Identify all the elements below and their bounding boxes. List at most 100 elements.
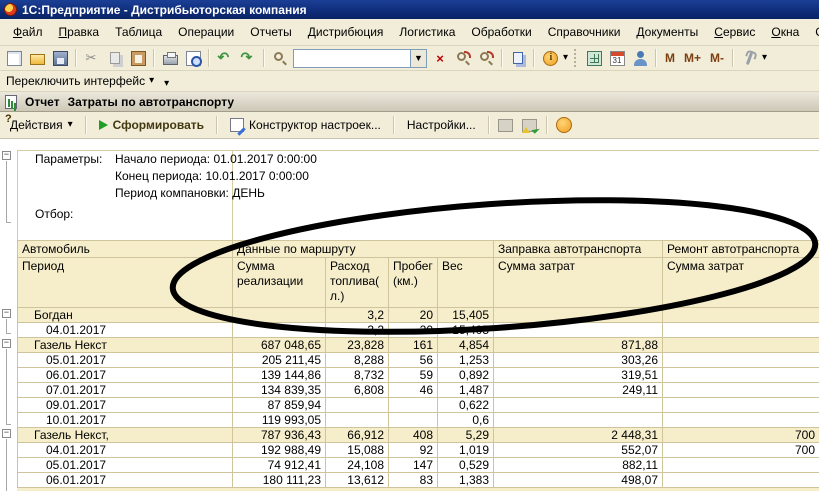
generate-button[interactable]: Сформировать (93, 116, 210, 134)
value-cell[interactable]: 1,487 (438, 383, 494, 398)
zoom-out-icon[interactable] (476, 48, 496, 68)
toolbar-drag-handle[interactable] (574, 49, 578, 67)
value-cell[interactable] (663, 323, 819, 338)
value-cell[interactable]: 6,808 (326, 383, 389, 398)
menu-item-файл[interactable]: Файл (6, 23, 50, 41)
value-cell[interactable] (663, 383, 819, 398)
col-mileage[interactable]: Пробег(км.) (389, 258, 438, 308)
row-label-cell[interactable]: 06.01.2017 (18, 368, 233, 383)
row-label-cell[interactable]: 04.01.2017 (18, 443, 233, 458)
header-route-data[interactable]: Данные по маршруту (233, 241, 494, 258)
value-cell[interactable] (663, 398, 819, 413)
value-cell[interactable]: 2 448,31 (494, 428, 663, 443)
menu-item-окна[interactable]: Окна (764, 23, 806, 41)
value-cell[interactable]: 23,828 (326, 338, 389, 353)
value-cell[interactable]: 180 111,23 (233, 473, 326, 488)
value-cell[interactable]: 0,6 (438, 413, 494, 428)
value-cell[interactable]: 119 993,05 (233, 413, 326, 428)
col-refuel-sum[interactable]: Сумма затрат (494, 258, 663, 308)
row-label-cell[interactable]: 06.01.2017 (18, 473, 233, 488)
value-cell[interactable]: 3,2 (326, 308, 389, 323)
collapse-group-bogdan-box[interactable]: − (2, 309, 11, 318)
tools-dropdown-icon[interactable]: ▾ (762, 53, 767, 63)
value-cell[interactable]: 134 839,35 (233, 383, 326, 398)
value-cell[interactable] (663, 308, 819, 323)
value-cell[interactable]: 0,529 (438, 458, 494, 473)
value-cell[interactable]: 687 048,65 (233, 338, 326, 353)
col-period[interactable]: Период (18, 258, 233, 308)
value-cell[interactable]: 3,2 (326, 323, 389, 338)
value-cell[interactable]: 92 (389, 443, 438, 458)
row-label-cell[interactable]: Газель Некст (18, 338, 233, 353)
value-cell[interactable]: 249,11 (494, 383, 663, 398)
value-cell[interactable]: 871,88 (494, 338, 663, 353)
copy-pages-icon[interactable] (508, 48, 528, 68)
value-cell[interactable]: 46 (389, 383, 438, 398)
row-label-cell[interactable]: 04.01.2017 (18, 323, 233, 338)
value-cell[interactable] (663, 338, 819, 353)
clear-search-icon[interactable]: × (430, 48, 450, 68)
menu-item-обработки[interactable]: Обработки (464, 23, 538, 41)
save-icon[interactable] (50, 48, 70, 68)
value-cell[interactable]: 787 936,43 (233, 428, 326, 443)
value-cell[interactable]: 15,088 (326, 443, 389, 458)
search-input[interactable] (293, 48, 411, 68)
copy-icon[interactable] (105, 48, 125, 68)
menu-item-отчеты[interactable]: Отчеты (243, 23, 298, 41)
value-cell[interactable]: 552,07 (494, 443, 663, 458)
new-document-icon[interactable] (4, 48, 24, 68)
value-cell[interactable] (494, 398, 663, 413)
info-dropdown-icon[interactable]: ▾ (563, 53, 568, 63)
tools-icon[interactable] (739, 48, 759, 68)
actions-button[interactable]: Действия ▾ (4, 116, 79, 134)
collapse-group-gazel2-box[interactable]: − (2, 429, 11, 438)
col-fuel[interactable]: Расход топлива(л.) (326, 258, 389, 308)
value-cell[interactable]: 205 211,45 (233, 353, 326, 368)
value-cell[interactable]: 498,07 (494, 473, 663, 488)
menu-item-таблица[interactable]: Таблица (108, 23, 169, 41)
value-cell[interactable]: 20 (389, 323, 438, 338)
menu-item-справочники[interactable]: Справочники (541, 23, 628, 41)
paste-icon[interactable] (128, 48, 148, 68)
value-cell[interactable]: 87 859,94 (233, 398, 326, 413)
value-cell[interactable]: 0,622 (438, 398, 494, 413)
col-weight[interactable]: Вес (438, 258, 494, 308)
header-refueling[interactable]: Заправка автотранспорта (494, 241, 663, 258)
value-cell[interactable] (494, 413, 663, 428)
row-label-cell[interactable]: Богдан (18, 308, 233, 323)
value-cell[interactable]: 0,892 (438, 368, 494, 383)
value-cell[interactable]: 83 (389, 473, 438, 488)
value-cell[interactable] (494, 323, 663, 338)
settings-button[interactable]: Настройки... (401, 116, 482, 134)
value-cell[interactable]: 147 (389, 458, 438, 473)
value-cell[interactable]: 139 144,86 (233, 368, 326, 383)
value-cell[interactable]: 8,732 (326, 368, 389, 383)
collapse-params-box[interactable]: − (2, 151, 11, 160)
row-label-cell[interactable]: 05.01.2017 (18, 353, 233, 368)
value-cell[interactable] (233, 308, 326, 323)
zoom-in-icon[interactable] (453, 48, 473, 68)
value-cell[interactable]: 13,612 (326, 473, 389, 488)
find-icon[interactable] (270, 48, 290, 68)
value-cell[interactable]: 161 (389, 338, 438, 353)
row-label-cell[interactable]: 10.01.2017 (18, 413, 233, 428)
print-preview-icon[interactable] (183, 48, 203, 68)
redo-icon[interactable] (238, 48, 258, 68)
print-icon[interactable] (160, 48, 180, 68)
value-cell[interactable] (389, 398, 438, 413)
value-cell[interactable]: 192 988,49 (233, 443, 326, 458)
menu-item-дистрибюция[interactable]: Дистрибюция (301, 23, 391, 41)
value-cell[interactable]: 24,108 (326, 458, 389, 473)
value-cell[interactable]: 1,383 (438, 473, 494, 488)
value-cell[interactable]: 700 (663, 428, 819, 443)
value-cell[interactable] (326, 398, 389, 413)
switch-interface-button[interactable]: Переключить интерфейс (6, 74, 145, 88)
calendar-icon[interactable] (607, 48, 627, 68)
value-cell[interactable]: 5,29 (438, 428, 494, 443)
value-cell[interactable]: 56 (389, 353, 438, 368)
calculator-icon[interactable] (584, 48, 604, 68)
value-cell[interactable]: 700 (663, 443, 819, 458)
col-sales-sum[interactable]: Сумма реализации (233, 258, 326, 308)
memory-m-minus-button[interactable]: M- (707, 50, 727, 66)
value-cell[interactable]: 59 (389, 368, 438, 383)
